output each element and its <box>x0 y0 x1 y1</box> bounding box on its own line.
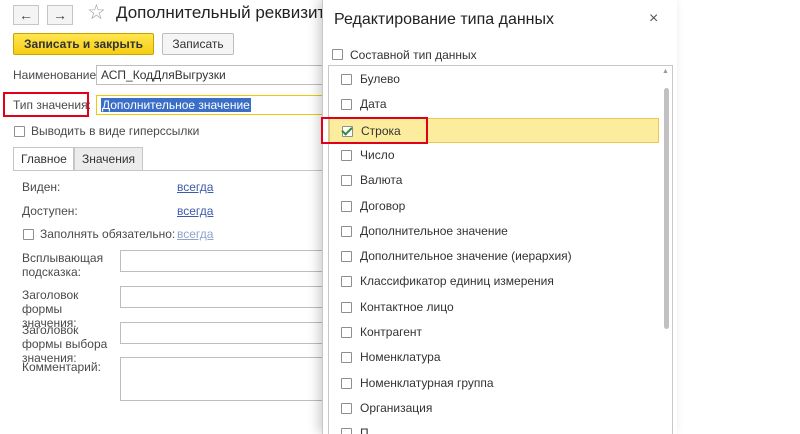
type-list-item[interactable]: Валюта <box>329 168 659 193</box>
name-label: Наименование: <box>13 68 100 82</box>
type-checkbox[interactable] <box>341 99 352 111</box>
forward-button[interactable]: → <box>47 5 73 25</box>
scroll-up-icon[interactable]: ▲ <box>662 68 669 75</box>
save-button[interactable]: Записать <box>162 33 234 55</box>
available-link[interactable]: всегда <box>177 204 213 218</box>
type-list-item[interactable]: Число <box>329 143 659 168</box>
form-title-field[interactable] <box>120 286 330 308</box>
comment-label: Комментарий: <box>22 360 101 374</box>
type-checkbox[interactable] <box>341 175 352 187</box>
type-label: П <box>360 426 369 434</box>
tooltip-label: Всплывающая подсказка: <box>22 251 104 279</box>
type-label: Договор <box>360 198 406 213</box>
arrow-left-icon: ← <box>19 7 33 23</box>
type-list-item[interactable]: Номенклатура <box>329 345 659 370</box>
annotation-highlight-box <box>321 117 428 144</box>
type-label: Организация <box>360 400 433 415</box>
type-list-item[interactable]: Договор <box>329 194 659 219</box>
arrow-right-icon: → <box>53 7 67 23</box>
tab-main[interactable]: Главное <box>13 147 74 171</box>
type-checkbox[interactable] <box>341 200 352 212</box>
type-label: Контрагент <box>360 325 423 339</box>
type-checkbox[interactable] <box>341 74 352 85</box>
visible-label: Виден: <box>22 180 61 194</box>
type-label: Дополнительное значение (иерархия) <box>360 249 572 264</box>
type-checkbox[interactable] <box>341 402 352 414</box>
close-icon[interactable]: × <box>649 10 658 28</box>
type-list-item[interactable]: Дополнительное значение <box>329 219 659 244</box>
type-label: Валюта <box>360 173 403 188</box>
hyperlink-checkbox[interactable] <box>14 126 25 137</box>
type-checkbox[interactable] <box>341 327 352 338</box>
type-label: Число <box>360 147 395 162</box>
save-and-close-button[interactable]: Записать и закрыть <box>13 33 154 55</box>
type-label: Номенклатура <box>360 350 441 365</box>
type-field-value: Дополнительное значение <box>101 98 251 112</box>
dialog-title: Редактирование типа данных <box>334 11 555 28</box>
type-checkbox[interactable] <box>341 276 352 288</box>
type-list-item[interactable]: Номенклатурная группа <box>329 371 659 396</box>
type-list-item[interactable]: Классификатор единиц измерения <box>329 269 659 294</box>
tooltip-field[interactable] <box>120 250 330 272</box>
type-list-item[interactable]: Контактное лицо <box>329 295 659 320</box>
page-title: Дополнительный реквизит <box>116 3 326 22</box>
type-label: Дополнительное значение <box>360 223 508 238</box>
name-field[interactable]: АСП_КодДляВыгрузки <box>96 65 323 85</box>
required-label: Заполнять обязательно: <box>40 227 176 241</box>
type-label: Номенклатурная группа <box>360 375 494 390</box>
composite-type-label: Составной тип данных <box>350 48 477 62</box>
type-checkbox[interactable] <box>341 251 352 263</box>
type-field[interactable]: Дополнительное значение <box>96 95 323 115</box>
available-label: Доступен: <box>22 204 78 218</box>
type-list-item[interactable]: Дата <box>329 92 659 117</box>
type-checkbox[interactable] <box>341 149 352 161</box>
type-label: Классификатор единиц измерения <box>360 274 554 289</box>
type-list-item[interactable]: Организация <box>329 396 659 421</box>
back-button[interactable]: ← <box>13 5 39 25</box>
hyperlink-label: Выводить в виде гиперссылки <box>31 124 200 138</box>
type-list-item[interactable]: П <box>329 421 659 434</box>
scrollbar-thumb[interactable] <box>664 88 669 329</box>
type-checkbox[interactable] <box>341 225 352 237</box>
visible-link[interactable]: всегда <box>177 180 213 194</box>
type-list-item[interactable]: Булево <box>329 67 659 92</box>
tab-divider <box>13 170 323 171</box>
star-icon[interactable]: ☆ <box>87 2 106 24</box>
type-checkbox[interactable] <box>341 301 352 313</box>
select-form-title-label: Заголовок формы выбора значения: <box>22 323 108 365</box>
annotation-highlight-box <box>3 92 89 117</box>
required-link[interactable]: всегда <box>177 227 213 241</box>
type-checkbox[interactable] <box>341 352 352 364</box>
type-list-item[interactable]: Дополнительное значение (иерархия) <box>329 244 659 269</box>
comment-field[interactable] <box>120 357 330 401</box>
type-label: Контактное лицо <box>360 299 454 314</box>
type-label: Булево <box>360 72 400 86</box>
type-checkbox[interactable] <box>341 428 352 434</box>
edit-data-type-dialog: Редактирование типа данных × Составной т… <box>321 0 677 434</box>
type-checkbox[interactable] <box>341 377 352 389</box>
type-list-item[interactable]: Контрагент <box>329 320 659 345</box>
tab-values[interactable]: Значения <box>74 147 143 171</box>
type-label: Дата <box>360 97 387 112</box>
select-form-title-field[interactable] <box>120 322 330 344</box>
required-checkbox[interactable] <box>23 229 34 240</box>
composite-type-checkbox[interactable] <box>332 49 343 60</box>
